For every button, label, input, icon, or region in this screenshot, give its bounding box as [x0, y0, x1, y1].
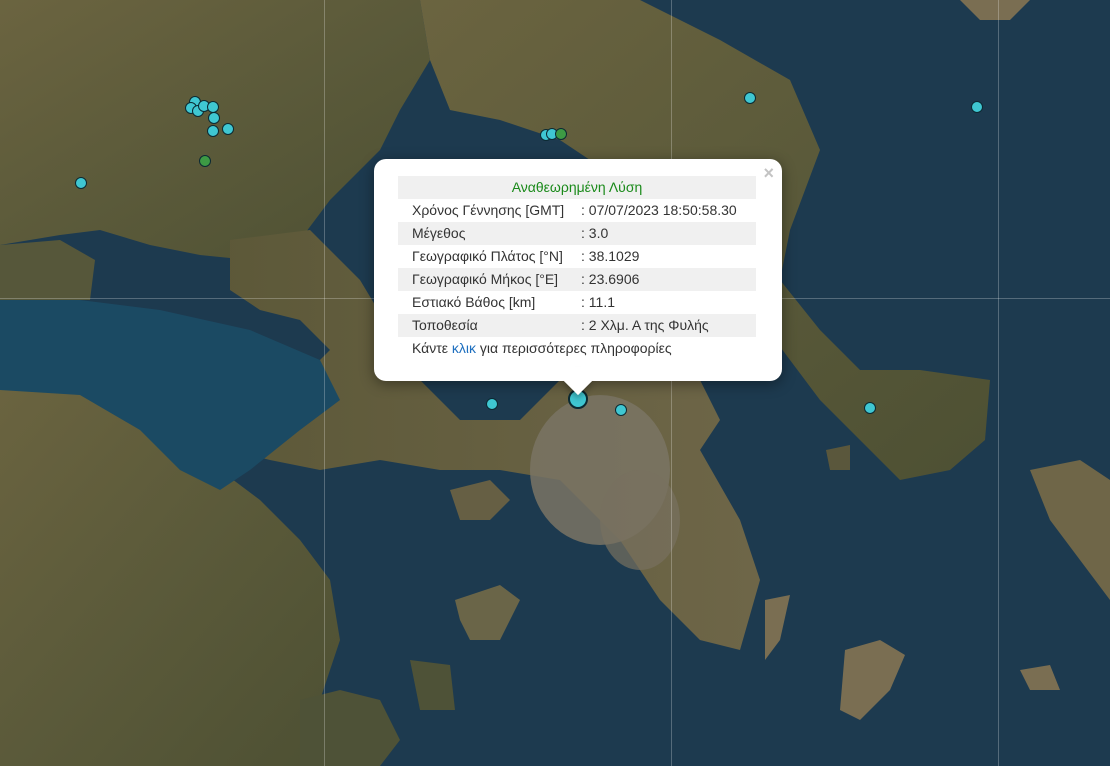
- close-icon[interactable]: ×: [763, 164, 774, 182]
- info-row-origin-time: Χρόνος Γέννησης [GMT] : 07/07/2023 18:50…: [398, 199, 756, 222]
- info-row-location: Τοποθεσία : 2 Χλμ. Α της Φυλής: [398, 314, 756, 337]
- row-value: : 3.0: [581, 225, 609, 241]
- row-label: Τοποθεσία: [412, 317, 478, 333]
- row-label: Γεωγραφικό Μήκος [°E]: [412, 271, 559, 287]
- more-info-suffix: για περισσότερες πληροφορίες: [476, 340, 672, 356]
- row-value: : 2 Χλμ. Α της Φυλής: [581, 317, 709, 333]
- popup-content: Αναθεωρημένη Λύση Χρόνος Γέννησης [GMT] …: [398, 176, 756, 360]
- row-value: : 11.1: [581, 294, 615, 310]
- more-info-link[interactable]: κλικ: [452, 340, 476, 356]
- info-row-depth: Εστιακό Βάθος [km] : 11.1: [398, 291, 756, 314]
- earthquake-marker[interactable]: [207, 125, 219, 137]
- row-label: Γεωγραφικό Πλάτος [°N]: [412, 248, 563, 264]
- more-info-line: Κάντε κλικ για περισσότερες πληροφορίες: [398, 337, 756, 360]
- graticule-line: [324, 0, 325, 766]
- more-info-prefix: Κάντε: [412, 340, 452, 356]
- row-value: : 38.1029: [581, 248, 640, 264]
- popup-title: Αναθεωρημένη Λύση: [398, 176, 756, 199]
- earthquake-marker[interactable]: [222, 123, 234, 135]
- map-canvas[interactable]: × Αναθεωρημένη Λύση Χρόνος Γέννησης [GMT…: [0, 0, 1110, 766]
- graticule-line: [998, 0, 999, 766]
- row-value: : 07/07/2023 18:50:58.30: [581, 202, 737, 218]
- earthquake-marker[interactable]: [744, 92, 756, 104]
- row-label: Εστιακό Βάθος [km]: [412, 294, 536, 310]
- row-label: Χρόνος Γέννησης [GMT]: [412, 202, 565, 218]
- earthquake-marker[interactable]: [208, 112, 220, 124]
- satellite-basemap: [0, 0, 1110, 766]
- info-row-magnitude: Μέγεθος : 3.0: [398, 222, 756, 245]
- graticule-line: [671, 0, 672, 766]
- earthquake-marker[interactable]: [486, 398, 498, 410]
- info-row-latitude: Γεωγραφικό Πλάτος [°N] : 38.1029: [398, 245, 756, 268]
- earthquake-marker[interactable]: [555, 128, 567, 140]
- row-value: : 23.6906: [581, 271, 640, 287]
- info-row-longitude: Γεωγραφικό Μήκος [°E] : 23.6906: [398, 268, 756, 291]
- earthquake-info-popup: × Αναθεωρημένη Λύση Χρόνος Γέννησης [GMT…: [374, 159, 782, 396]
- earthquake-marker[interactable]: [199, 155, 211, 167]
- earthquake-marker[interactable]: [615, 404, 627, 416]
- row-label: Μέγεθος: [412, 225, 466, 241]
- earthquake-marker[interactable]: [75, 177, 87, 189]
- earthquake-marker[interactable]: [971, 101, 983, 113]
- earthquake-marker[interactable]: [864, 402, 876, 414]
